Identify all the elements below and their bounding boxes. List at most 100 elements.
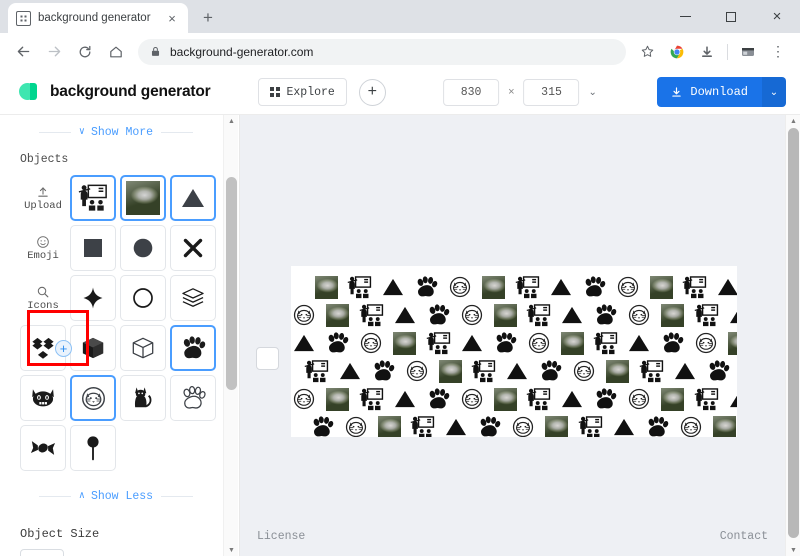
new-tab-button[interactable]: + [194, 4, 222, 32]
pattern-item-photo [544, 414, 570, 437]
pattern-item-triangle [504, 358, 530, 384]
scroll-up-icon[interactable]: ▲ [786, 115, 800, 127]
tile-square-icon[interactable] [70, 225, 116, 271]
tile-presentation-icon[interactable] [70, 175, 116, 221]
download-icon[interactable] [693, 38, 721, 66]
scroll-up-icon[interactable]: ▲ [224, 115, 239, 127]
tile-box-filled-icon[interactable] [70, 325, 116, 371]
main-scrollbar[interactable]: ▲ ▼ [785, 115, 800, 556]
browser-tab[interactable]: background generator × [8, 3, 188, 33]
background-color-swatch[interactable] [256, 347, 279, 370]
object-size-input[interactable]: 33 [20, 549, 64, 556]
pattern-item-catcircle [626, 386, 652, 412]
contact-link[interactable]: Contact [720, 530, 768, 543]
pattern-item-catcircle [693, 330, 719, 356]
tile-cat-sitting-icon[interactable] [120, 375, 166, 421]
chrome-profile-icon[interactable] [663, 38, 691, 66]
pattern-item-photo [660, 302, 686, 328]
show-more-toggle[interactable]: ∨ Show More [0, 115, 232, 149]
pattern-canvas[interactable] [291, 266, 737, 437]
bookmark-star-icon[interactable] [633, 38, 661, 66]
sidebar-scrollbar[interactable]: ▲ ▼ [223, 115, 238, 556]
brand-name: background generator [50, 83, 211, 100]
paw-outline-icon [182, 385, 206, 409]
main-scrollbar-thumb[interactable] [788, 128, 799, 538]
add-layer-button[interactable]: + [358, 78, 386, 106]
show-less-toggle[interactable]: ∧ Show Less [0, 479, 232, 513]
app-body: ∨ Show More Objects Upload Emoji Icons ∧… [0, 115, 800, 556]
pattern-item-paw [425, 386, 451, 412]
photo-thumbnail [545, 415, 568, 437]
sidebar-scrollbar-thumb[interactable] [226, 177, 237, 390]
pattern-row [303, 358, 737, 384]
tile-triangle-icon[interactable] [170, 175, 216, 221]
tile-circle-filled-icon[interactable] [120, 225, 166, 271]
tile-cat-face-icon[interactable] [20, 375, 66, 421]
stacked-box-icon [182, 288, 204, 307]
window-close-icon[interactable]: × [754, 0, 800, 33]
pattern-item-paw [593, 386, 619, 412]
download-button[interactable]: Download [657, 77, 762, 107]
tile-candy-icon[interactable] [20, 425, 66, 471]
address-bar[interactable]: background-generator.com [138, 38, 626, 65]
tile-paw-outline-icon[interactable] [170, 375, 216, 421]
pattern-row [291, 302, 737, 328]
tile-box-outline-icon[interactable] [120, 325, 166, 371]
canvas-height-input[interactable]: 315 [523, 78, 580, 106]
back-icon[interactable] [8, 37, 38, 67]
pattern-item-triangle [672, 358, 698, 384]
minimize-icon[interactable] [662, 0, 708, 33]
object-size-label: Object Size [20, 527, 100, 541]
close-icon[interactable]: × [164, 10, 180, 26]
pattern-row [313, 274, 737, 300]
emoji-smiley-icon [36, 235, 50, 249]
pattern-item-triangle [559, 302, 585, 328]
divider-left [38, 131, 71, 133]
category-label: Upload [24, 199, 62, 212]
pattern-item-presentation [347, 274, 373, 300]
photo-thumbnail [314, 275, 338, 299]
square-icon [84, 239, 102, 257]
object-size-control: Object Size 33 [0, 527, 232, 556]
maximize-icon[interactable] [708, 0, 754, 33]
brand-logo[interactable]: background generator [0, 81, 240, 103]
photo-thumbnail [661, 303, 684, 327]
download-options-button[interactable]: ⌄ [762, 77, 786, 107]
scroll-down-icon[interactable]: ▼ [786, 544, 800, 556]
category-upload[interactable]: Upload [20, 185, 66, 212]
tile-cat-circle-icon[interactable] [70, 375, 116, 421]
extension-icon[interactable] [734, 38, 762, 66]
logo-icon [19, 81, 41, 103]
pattern-item-presentation [514, 274, 540, 300]
category-icons[interactable]: Icons [20, 285, 66, 312]
scroll-down-icon[interactable]: ▼ [224, 544, 239, 556]
tile-cross-icon[interactable] [170, 225, 216, 271]
tile-stacked-box-icon[interactable] [170, 275, 216, 321]
tile-empty-slot [120, 425, 166, 471]
tile-circle-outline-icon[interactable] [120, 275, 166, 321]
tile-sparkle-icon[interactable] [70, 275, 116, 321]
canvas-width-input[interactable]: 830 [443, 78, 500, 106]
pattern-item-triangle [337, 358, 363, 384]
paw-filled-icon [183, 335, 205, 358]
show-less-label: Show Less [90, 489, 154, 503]
home-icon[interactable] [101, 37, 131, 67]
pattern-item-catcircle [291, 386, 317, 412]
tile-lollipop-icon[interactable] [70, 425, 116, 471]
photo-thumbnail [493, 303, 517, 327]
pattern-item-photo [727, 330, 737, 356]
pattern-item-presentation [425, 330, 451, 356]
photo-thumbnail [712, 415, 736, 437]
objects-row [20, 373, 232, 423]
photo-thumbnail [649, 275, 673, 299]
license-link[interactable]: License [257, 530, 305, 543]
pattern-item-photo [376, 414, 402, 437]
reload-icon[interactable] [70, 37, 100, 67]
tile-photo-thumbnail[interactable] [120, 175, 166, 221]
pattern-item-photo [481, 274, 507, 300]
explore-button[interactable]: Explore [258, 78, 347, 106]
category-emoji[interactable]: Emoji [20, 235, 66, 262]
chevron-down-icon[interactable]: ⌄ [589, 87, 597, 98]
browser-menu-icon[interactable]: ⋮ [764, 38, 792, 66]
tile-paw-filled-icon[interactable] [170, 325, 216, 371]
